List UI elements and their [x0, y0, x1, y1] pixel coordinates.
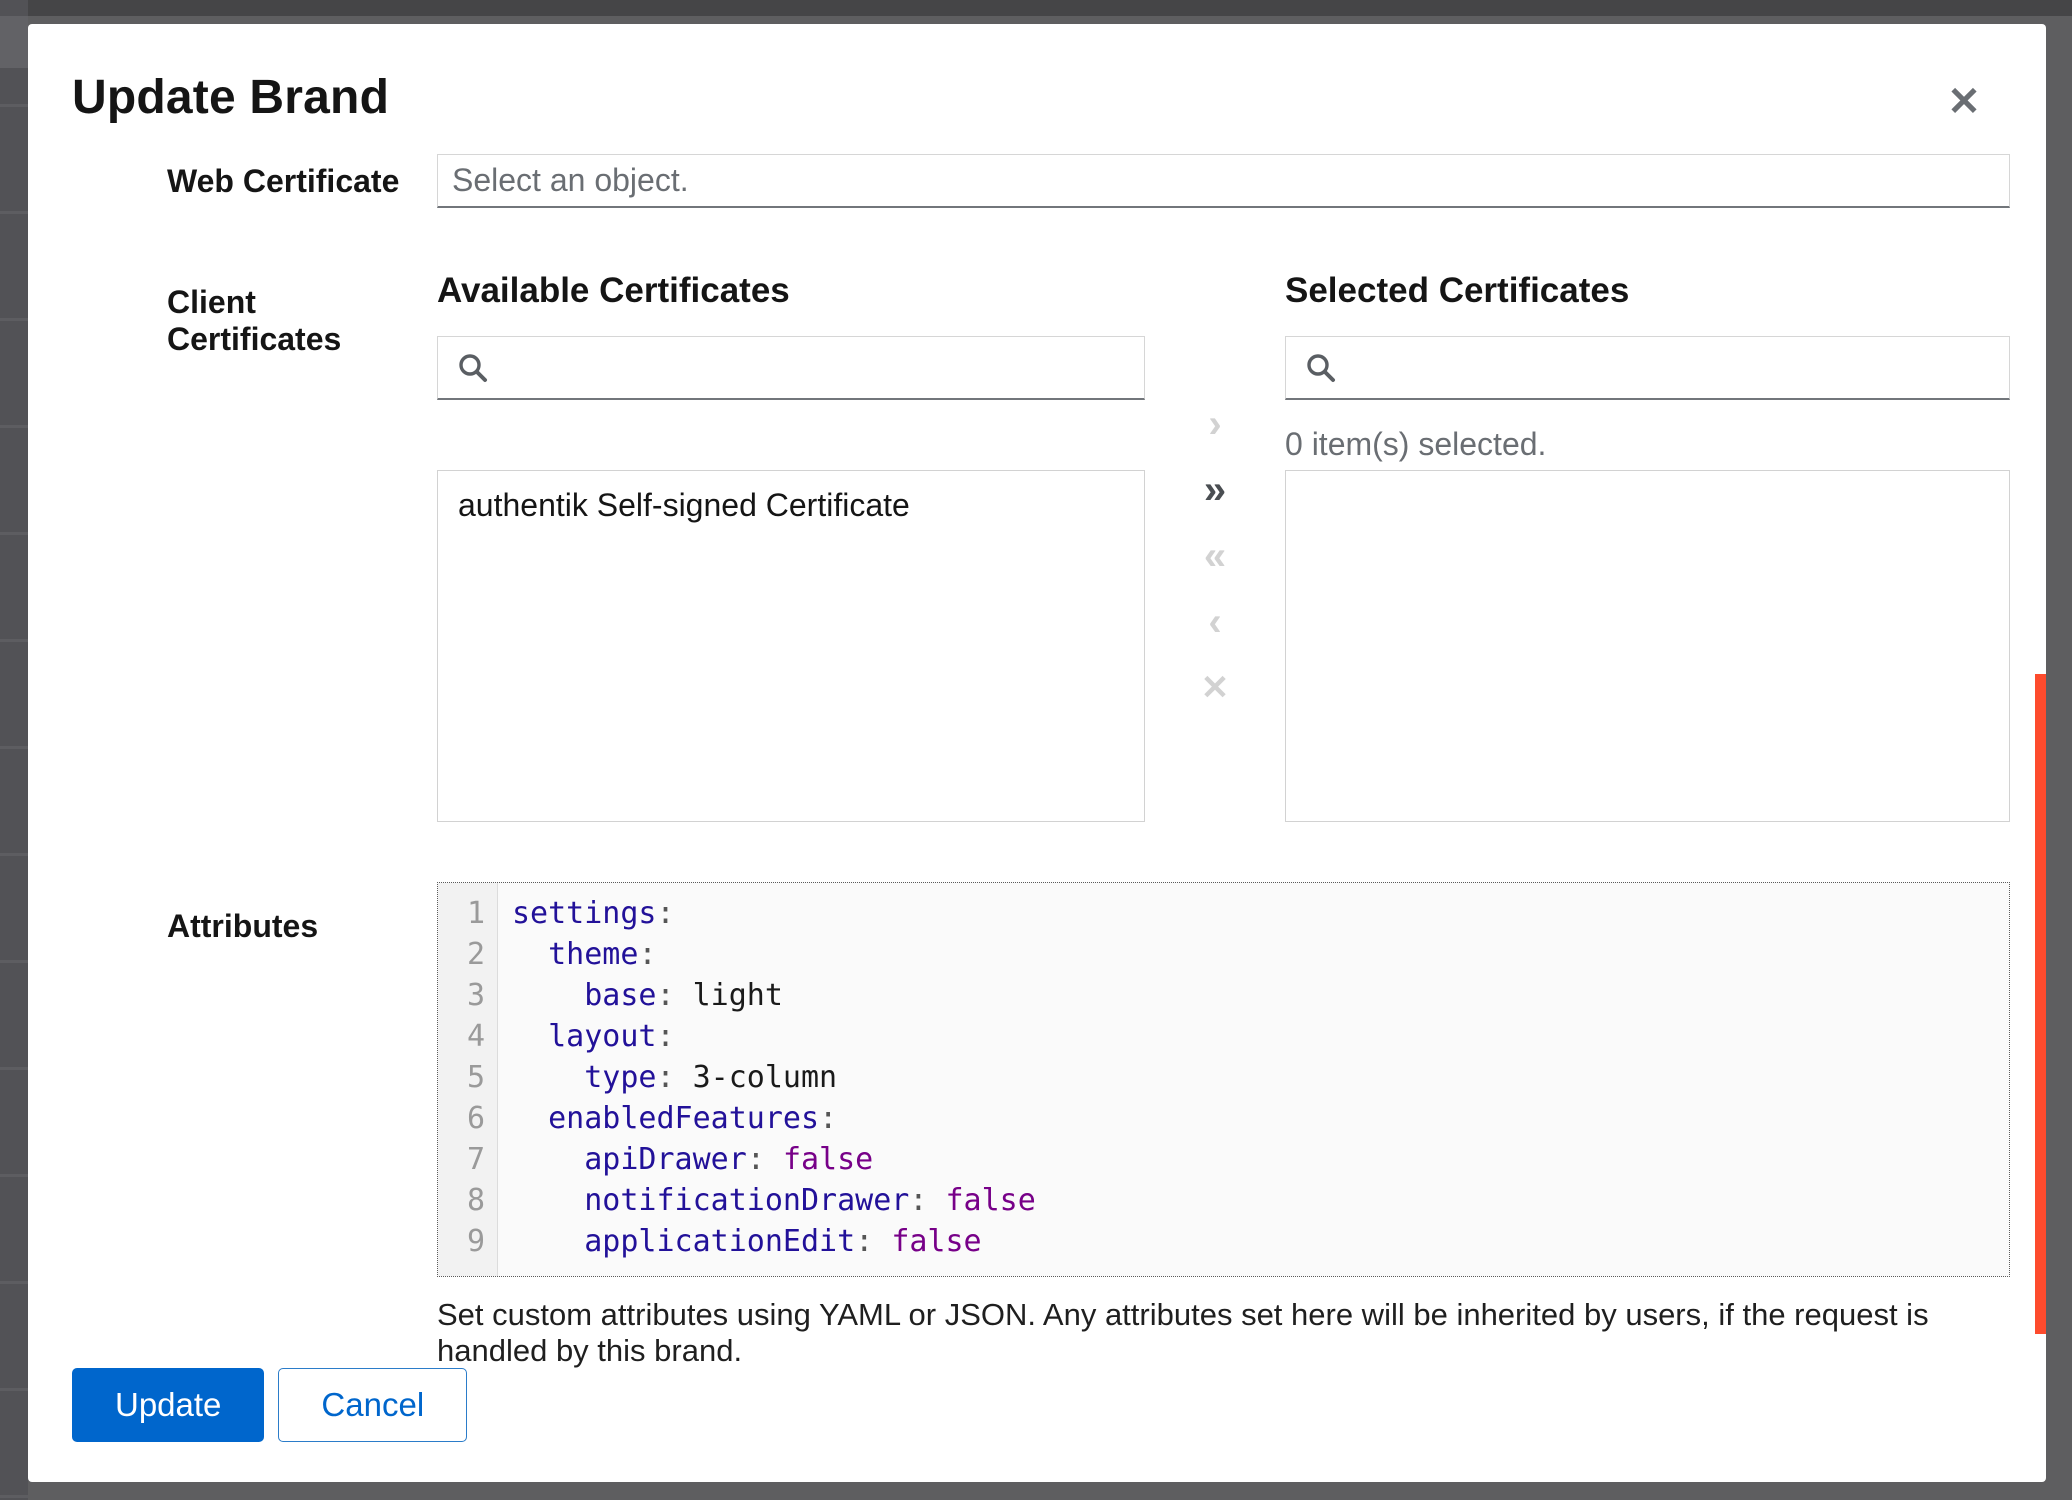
update-brand-modal: Update Brand ✕ Web Certificate Client Ce… [28, 24, 2046, 1482]
line-number: 2 [438, 934, 485, 975]
available-certificates-search-input[interactable] [437, 336, 1145, 400]
attributes-code-lines[interactable]: settings: theme: base: light layout: typ… [498, 883, 2009, 1276]
line-number: 4 [438, 1016, 485, 1057]
available-certificates-pane: Available Certificates authentik Self-si… [437, 270, 1145, 822]
code-line: notificationDrawer: false [512, 1180, 2009, 1221]
move-selected-to-selected-button[interactable]: › [1179, 402, 1251, 446]
line-number: 3 [438, 975, 485, 1016]
update-button[interactable]: Update [72, 1368, 264, 1442]
line-number: 8 [438, 1180, 485, 1221]
selected-certificates-search-input[interactable] [1285, 336, 2010, 400]
available-certificates-list[interactable]: authentik Self-signed Certificate [437, 470, 1145, 822]
line-number: 1 [438, 893, 485, 934]
available-certificates-heading: Available Certificates [437, 270, 1145, 312]
attributes-code-editor[interactable]: 123456789 settings: theme: base: light l… [437, 882, 2010, 1277]
transfer-buttons: › » « ‹ ✕ [1145, 270, 1285, 822]
code-line: apiDrawer: false [512, 1139, 2009, 1180]
update-brand-form: Web Certificate Client Certificates Avai… [167, 154, 2010, 1369]
page-header-behind-overlay [0, 0, 2072, 16]
web-certificate-label: Web Certificate [167, 163, 437, 200]
selected-certificates-pane: Selected Certificates 0 item(s) selected… [1285, 270, 2010, 822]
move-all-to-selected-button[interactable]: » [1179, 468, 1251, 512]
line-number: 9 [438, 1221, 485, 1262]
code-line: settings: [512, 893, 2009, 934]
code-line: applicationEdit: false [512, 1221, 2009, 1262]
modal-title: Update Brand [72, 70, 389, 125]
modal-footer: Update Cancel [72, 1368, 467, 1442]
sidebar-header-behind-overlay [0, 16, 28, 68]
sidebar-behind-overlay [0, 0, 28, 1500]
selected-certificates-list[interactable] [1285, 470, 2010, 822]
attributes-help-text: Set custom attributes using YAML or JSON… [437, 1297, 2010, 1369]
move-selected-to-available-button[interactable]: ‹ [1179, 600, 1251, 644]
web-certificate-select[interactable] [437, 154, 2010, 208]
attributes-label: Attributes [167, 882, 437, 1369]
selected-items-status: 0 item(s) selected. [1285, 426, 2010, 470]
web-certificate-row: Web Certificate [167, 154, 2010, 208]
code-line: type: 3-column [512, 1057, 2009, 1098]
clear-selection-button[interactable]: ✕ [1179, 666, 1251, 710]
attributes-line-numbers: 123456789 [438, 883, 498, 1276]
code-line: enabledFeatures: [512, 1098, 2009, 1139]
available-certificate-item[interactable]: authentik Self-signed Certificate [438, 471, 1144, 530]
close-icon: ✕ [1947, 80, 1981, 124]
attributes-row: Attributes 123456789 settings: theme: ba… [167, 882, 2010, 1369]
selected-certificates-heading: Selected Certificates [1285, 270, 2010, 312]
line-number: 6 [438, 1098, 485, 1139]
cancel-button[interactable]: Cancel [278, 1368, 467, 1442]
close-button[interactable]: ✕ [1936, 74, 1992, 130]
move-all-to-available-button[interactable]: « [1179, 534, 1251, 578]
code-line: base: light [512, 975, 2009, 1016]
line-number: 7 [438, 1139, 485, 1180]
line-number: 5 [438, 1057, 485, 1098]
dual-list-selector: Available Certificates authentik Self-si… [437, 270, 2010, 822]
code-line: theme: [512, 934, 2009, 975]
client-certificates-label: Client Certificates [167, 270, 437, 822]
client-certificates-row: Client Certificates Available Certificat… [167, 270, 2010, 822]
modal-scrollbar-thumb[interactable] [2035, 674, 2046, 1334]
code-line: layout: [512, 1016, 2009, 1057]
